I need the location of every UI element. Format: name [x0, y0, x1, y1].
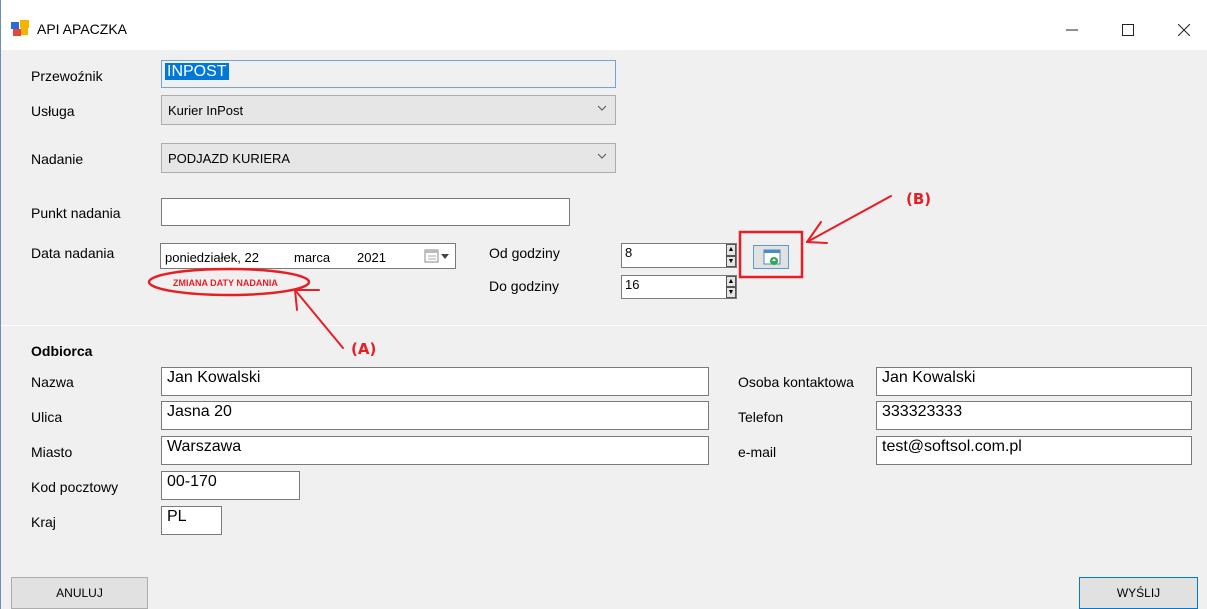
- street-input[interactable]: Jasna 20: [161, 401, 709, 430]
- shipping-label: Nadanie: [31, 151, 84, 167]
- city-label: Miasto: [31, 444, 73, 460]
- stepper-buttons: ▲ ▼: [726, 276, 736, 298]
- annotation-a-label: (A): [351, 340, 377, 358]
- name-input[interactable]: Jan Kowalski: [161, 367, 709, 396]
- date-year: 2021: [357, 250, 386, 265]
- phone-input[interactable]: 333323333: [876, 401, 1192, 430]
- city-input[interactable]: Warszawa: [161, 436, 709, 465]
- point-label: Punkt nadania: [31, 205, 121, 221]
- stepper-buttons: ▲ ▼: [726, 244, 736, 267]
- maximize-button[interactable]: [1105, 10, 1151, 50]
- stepper-down-icon[interactable]: ▼: [726, 255, 736, 267]
- contact-label: Osoba kontaktowa: [738, 374, 854, 390]
- date-label: Data nadania: [31, 245, 115, 261]
- app-window: API APACZKA Przewoźnik INPOST Usługa Kur…: [0, 0, 1207, 609]
- from-label: Od godziny: [489, 245, 560, 261]
- date-day: poniedziałek, 22: [165, 250, 259, 265]
- cancel-button[interactable]: ANULUJ: [11, 577, 148, 609]
- from-hour-stepper[interactable]: 8 ▲ ▼: [621, 243, 737, 268]
- minimize-button[interactable]: [1049, 10, 1095, 50]
- phone-label: Telefon: [738, 409, 784, 425]
- country-label: Kraj: [31, 514, 56, 530]
- section-divider: [1, 325, 1207, 326]
- email-label: e-mail: [738, 444, 777, 460]
- date-picker[interactable]: poniedziałek, 22 marca 2021: [160, 243, 456, 269]
- country-input[interactable]: PL: [161, 506, 222, 535]
- stepper-up-icon[interactable]: ▲: [726, 276, 736, 287]
- title-bar: API APACZKA: [1, 0, 1207, 50]
- maximize-icon: [1122, 24, 1134, 36]
- service-value: Kurier InPost: [168, 103, 244, 118]
- annotation-b-label: (B): [906, 190, 932, 208]
- email-input[interactable]: test@softsol.com.pl: [876, 436, 1192, 465]
- close-icon: [1178, 24, 1190, 36]
- calendar-dropdown-icon[interactable]: [423, 248, 451, 265]
- carrier-field[interactable]: INPOST: [161, 60, 616, 88]
- chevron-down-icon: [597, 153, 607, 159]
- annotation-b-arrow: [806, 195, 892, 244]
- contact-input[interactable]: Jan Kowalski: [876, 367, 1192, 396]
- app-icon: [11, 20, 29, 36]
- recipient-section-title: Odbiorca: [31, 343, 93, 359]
- shipping-value: PODJAZD KURIERA: [168, 151, 291, 166]
- date-change-note: ZMIANA DATY NADANIA: [173, 278, 278, 288]
- service-select[interactable]: Kurier InPost: [161, 95, 616, 125]
- date-month: marca: [294, 250, 331, 265]
- stepper-up-icon[interactable]: ▲: [726, 244, 736, 256]
- minimize-icon: [1066, 29, 1078, 31]
- from-hour-value: 8: [625, 245, 633, 260]
- calendar-refresh-icon: [763, 249, 781, 265]
- shipping-select[interactable]: PODJAZD KURIERA: [161, 143, 616, 173]
- carrier-value: INPOST: [165, 63, 229, 80]
- point-input[interactable]: [161, 198, 570, 226]
- chevron-down-icon: [597, 105, 607, 111]
- window-title: API APACZKA: [37, 21, 127, 37]
- street-label: Ulica: [31, 409, 63, 425]
- send-button[interactable]: WYŚLIJ: [1079, 577, 1198, 609]
- to-hour-stepper[interactable]: 16 ▲ ▼: [621, 275, 737, 299]
- to-label: Do godziny: [489, 278, 560, 294]
- stepper-down-icon[interactable]: ▼: [726, 287, 736, 298]
- service-label: Usługa: [31, 103, 75, 119]
- calendar-refresh-button[interactable]: [753, 245, 789, 269]
- to-hour-value: 16: [625, 277, 640, 292]
- carrier-label: Przewoźnik: [31, 68, 103, 84]
- postcode-label: Kod pocztowy: [31, 479, 119, 495]
- postcode-input[interactable]: 00-170: [161, 471, 300, 500]
- close-button[interactable]: [1161, 10, 1207, 50]
- name-label: Nazwa: [31, 374, 74, 390]
- annotation-a-arrow: [294, 289, 344, 349]
